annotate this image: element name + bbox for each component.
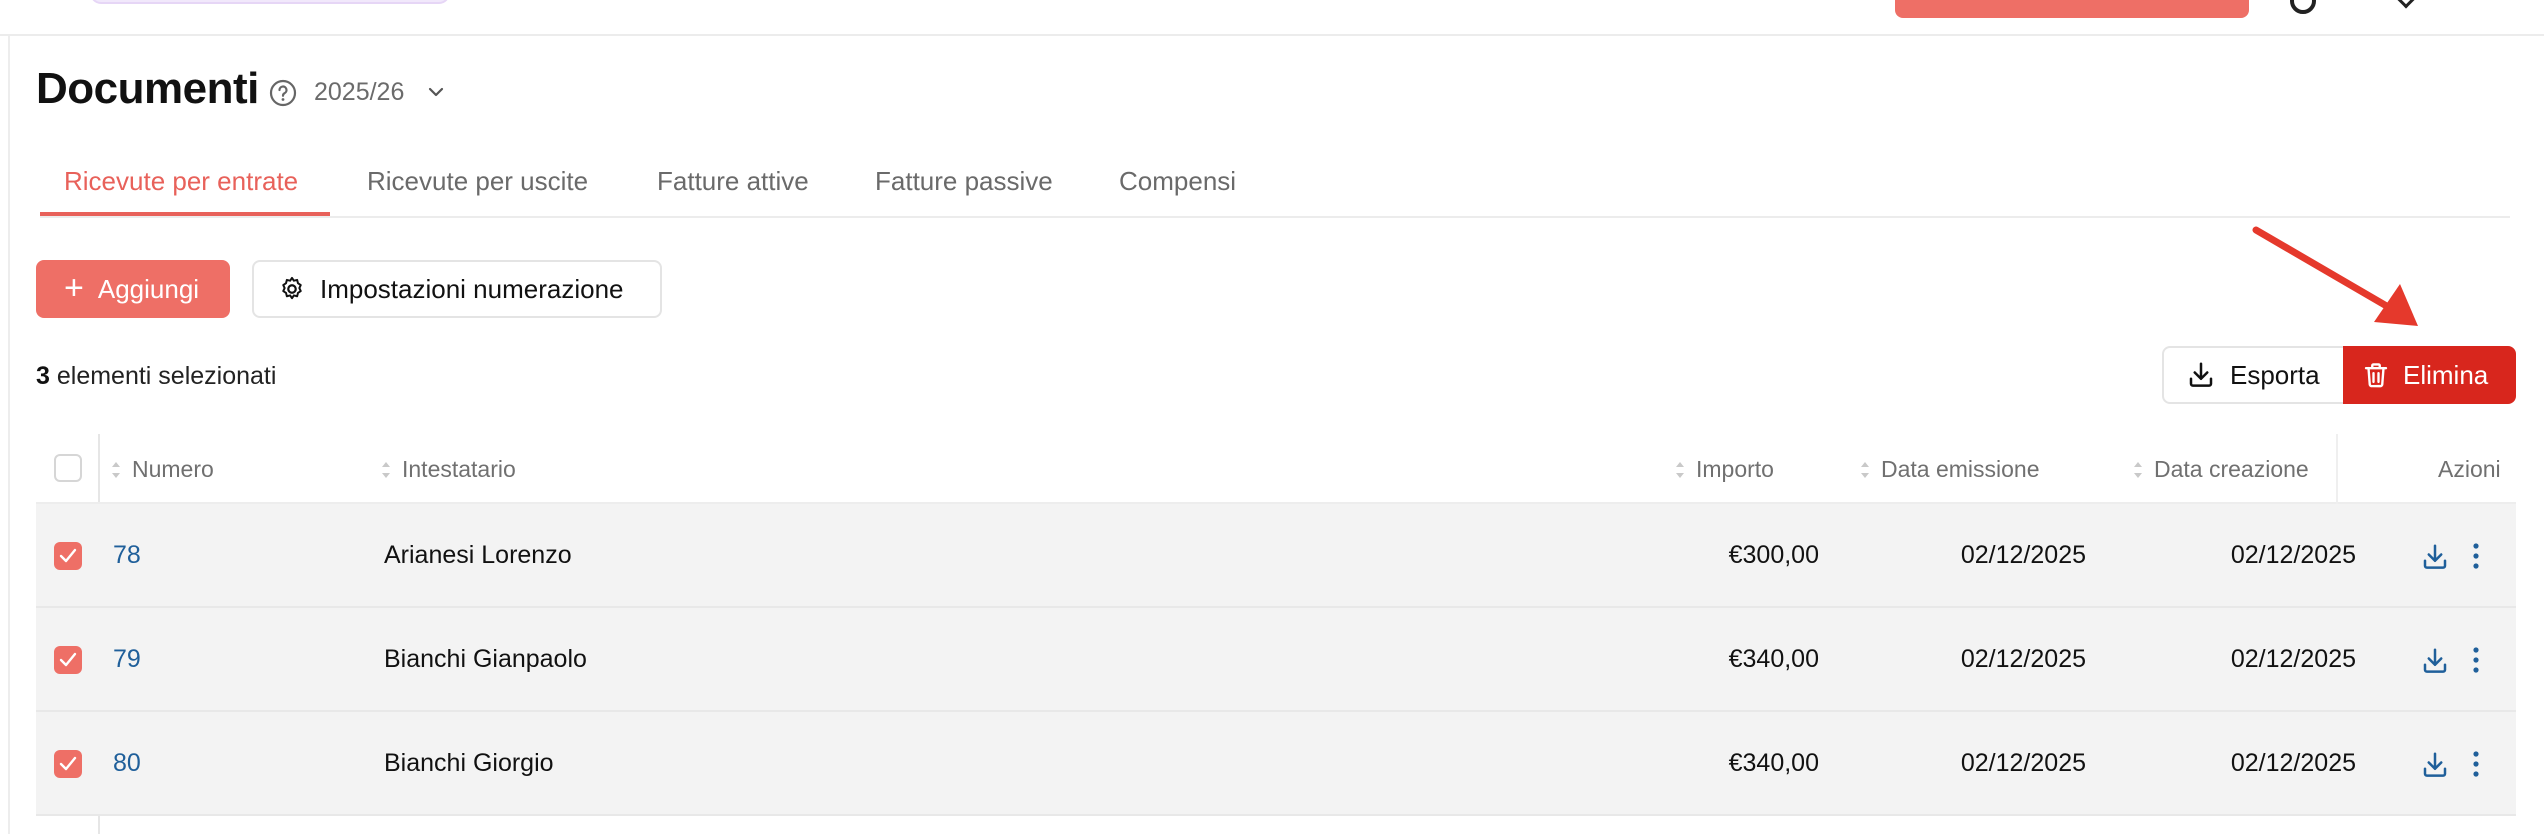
numbering-settings-button[interactable]: Impostazioni numerazione (252, 260, 662, 318)
delete-button[interactable]: Elimina (2343, 346, 2516, 404)
column-label: Intestatario (402, 456, 516, 482)
row-checkbox[interactable] (54, 750, 82, 778)
document-tabs: Ricevute per entrate Ricevute per uscite… (40, 160, 2510, 218)
selection-counter: 3 elementi selezionati (36, 362, 276, 391)
table-row[interactable]: 80 Bianchi Giorgio €340,00 02/12/2025 02… (36, 712, 2516, 816)
documents-table: Numero Intestatario Importo Data emissio… (36, 434, 2516, 834)
tab-compensi[interactable]: Compensi (1119, 160, 1236, 218)
plus-icon: + (64, 268, 84, 307)
export-button-label: Esporta (2230, 359, 2320, 390)
column-header-intestatario[interactable]: Intestatario (380, 456, 516, 483)
holder-name: Bianchi Giorgio (384, 749, 554, 777)
numbering-settings-label: Impostazioni numerazione (320, 273, 624, 304)
creation-date: 02/12/2025 (2230, 541, 2356, 569)
top-search-pill[interactable] (90, 0, 450, 4)
annotation-arrow-icon (2252, 226, 2418, 326)
creation-date: 02/12/2025 (2230, 749, 2356, 777)
issue-date: 02/12/2025 (1960, 541, 2086, 569)
selection-count: 3 (36, 362, 50, 390)
document-number-link[interactable]: 79 (113, 645, 141, 674)
document-number-link[interactable]: 80 (113, 749, 141, 778)
column-label: Numero (132, 456, 214, 482)
amount: €340,00 (1728, 645, 1819, 673)
trash-icon (2364, 363, 2388, 388)
more-options-icon[interactable] (2466, 748, 2486, 780)
sidebar-divider (8, 36, 10, 834)
actions-column-divider (2336, 434, 2338, 504)
column-label: Data creazione (2154, 456, 2309, 482)
table-row[interactable]: 78 Arianesi Lorenzo €300,00 02/12/2025 0… (36, 504, 2516, 608)
top-action-button[interactable] (1895, 0, 2249, 18)
sort-icon (112, 461, 120, 478)
document-number-link[interactable]: 78 (113, 541, 141, 570)
sort-icon (2134, 461, 2142, 478)
amount: €300,00 (1728, 541, 1819, 569)
user-icon[interactable] (2290, 0, 2316, 14)
tab-fatture-passive[interactable]: Fatture passive (875, 160, 1053, 218)
active-tab-indicator (40, 212, 330, 216)
table-header: Numero Intestatario Importo Data emissio… (36, 434, 2516, 504)
check-icon (59, 548, 77, 563)
tab-ricevute-entrate[interactable]: Ricevute per entrate (64, 160, 298, 218)
tab-ricevute-uscite[interactable]: Ricevute per uscite (367, 160, 588, 218)
column-label: Importo (1696, 456, 1774, 482)
holder-name: Bianchi Gianpaolo (384, 645, 587, 673)
column-label: Azioni (2438, 456, 2501, 482)
issue-date: 02/12/2025 (1960, 645, 2086, 673)
download-icon[interactable] (2420, 646, 2450, 676)
top-bar (0, 0, 2544, 36)
column-header-numero[interactable]: Numero (110, 456, 214, 483)
table-row[interactable]: 79 Bianchi Gianpaolo €340,00 02/12/2025 … (36, 608, 2516, 712)
row-checkbox[interactable] (54, 646, 82, 674)
sort-icon (1676, 461, 1684, 478)
download-icon (2189, 362, 2213, 387)
download-icon[interactable] (2420, 750, 2450, 780)
holder-name: Arianesi Lorenzo (384, 541, 572, 569)
help-icon[interactable] (268, 78, 298, 108)
column-header-data-creazione[interactable]: Data creazione (2132, 456, 2309, 483)
add-button[interactable]: + Aggiungi (36, 260, 230, 318)
export-button[interactable]: Esporta (2162, 346, 2346, 404)
amount: €340,00 (1728, 749, 1819, 777)
issue-date: 02/12/2025 (1960, 749, 2086, 777)
delete-button-label: Elimina (2403, 359, 2489, 390)
column-header-azioni: Azioni (2438, 456, 2501, 483)
page-title: Documenti (36, 64, 259, 113)
row-checkbox[interactable] (54, 542, 82, 570)
chevron-down-icon[interactable] (2397, 0, 2415, 9)
chevron-down-icon[interactable] (424, 80, 448, 104)
check-icon (59, 652, 77, 667)
sort-icon (1861, 461, 1869, 478)
column-label: Data emissione (1881, 456, 2040, 482)
column-header-importo[interactable]: Importo (1674, 456, 1774, 483)
creation-date: 02/12/2025 (2230, 645, 2356, 673)
check-icon (59, 756, 77, 771)
fiscal-year-selector[interactable]: 2025/26 (314, 78, 404, 107)
gear-icon (282, 276, 302, 300)
add-button-label: Aggiungi (97, 273, 200, 304)
tab-fatture-attive[interactable]: Fatture attive (657, 160, 809, 218)
selection-text: elementi selezionati (56, 362, 277, 390)
more-options-icon[interactable] (2466, 644, 2486, 676)
more-options-icon[interactable] (2466, 540, 2486, 572)
select-all-checkbox[interactable] (54, 454, 82, 482)
sort-icon (382, 461, 390, 478)
column-header-data-emissione[interactable]: Data emissione (1859, 456, 2040, 483)
download-icon[interactable] (2420, 542, 2450, 572)
